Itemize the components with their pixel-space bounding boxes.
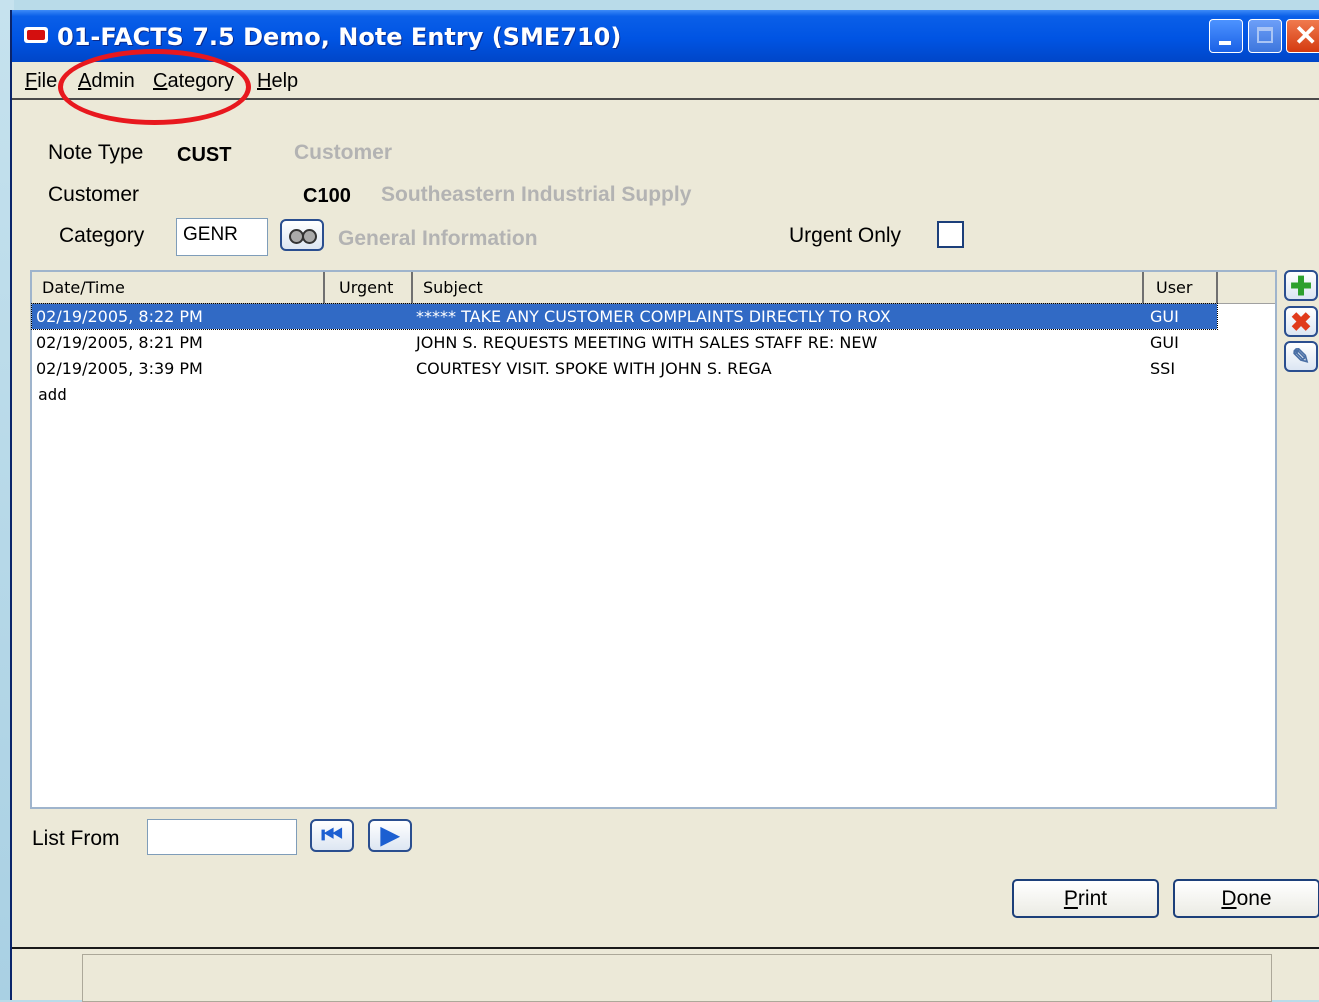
- column-datetime[interactable]: Date/Time: [32, 272, 325, 303]
- menu-help[interactable]: Help: [257, 70, 298, 93]
- play-next-icon: ▶: [380, 822, 400, 849]
- row-subject: ***** TAKE ANY CUSTOMER COMPLAINTS DIREC…: [416, 307, 891, 326]
- row-datetime: 02/19/2005, 8:22 PM: [36, 307, 203, 326]
- column-urgent[interactable]: Urgent: [325, 272, 413, 303]
- menu-file[interactable]: File: [25, 70, 57, 93]
- next-page-button[interactable]: ▶: [368, 819, 412, 852]
- row-subject: COURTESY VISIT. SPOKE WITH JOHN S. REGA: [416, 359, 772, 378]
- add-row[interactable]: add: [38, 385, 67, 404]
- category-label: Category: [59, 224, 145, 247]
- row-datetime: 02/19/2005, 3:39 PM: [36, 359, 203, 378]
- skip-back-icon: ⏮: [321, 822, 343, 849]
- customer-label: Customer: [48, 183, 140, 206]
- add-note-button[interactable]: ✚: [1284, 270, 1318, 301]
- status-bar: [82, 954, 1272, 1002]
- maximize-button[interactable]: [1248, 19, 1282, 53]
- app-icon[interactable]: [24, 27, 48, 43]
- category-lookup-button[interactable]: [280, 219, 324, 251]
- row-user: GUI: [1150, 333, 1179, 352]
- column-user[interactable]: User: [1144, 272, 1218, 303]
- list-from-label: List From: [32, 827, 120, 850]
- notes-grid[interactable]: Date/Time Urgent Subject User 02/19/2005…: [30, 270, 1277, 809]
- note-type-description: Customer: [294, 141, 393, 164]
- table-row[interactable]: 02/19/2005, 3:39 PM COURTESY VISIT. SPOK…: [32, 356, 1217, 381]
- grid-header: Date/Time Urgent Subject User: [32, 272, 1275, 304]
- row-datetime: 02/19/2005, 8:21 PM: [36, 333, 203, 352]
- first-page-button[interactable]: ⏮: [310, 819, 354, 852]
- close-button[interactable]: ✕: [1286, 19, 1319, 53]
- annotation-oval: [58, 49, 251, 125]
- column-subject[interactable]: Subject: [413, 272, 1144, 303]
- row-user: SSI: [1150, 359, 1176, 378]
- note-type-code: CUST: [177, 144, 232, 166]
- row-subject: JOHN S. REQUESTS MEETING WITH SALES STAF…: [416, 333, 878, 352]
- done-button[interactable]: Done: [1173, 879, 1319, 918]
- edit-note-icon: ✎: [1291, 344, 1311, 369]
- row-user: GUI: [1150, 307, 1179, 326]
- window-title: 01-FACTS 7.5 Demo, Note Entry (SME710): [57, 23, 622, 51]
- table-row[interactable]: 02/19/2005, 8:21 PM JOHN S. REQUESTS MEE…: [32, 330, 1217, 355]
- list-from-input[interactable]: [147, 819, 297, 855]
- status-divider: [12, 947, 1319, 949]
- delete-x-icon: ✖: [1290, 307, 1312, 337]
- customer-description: Southeastern Industrial Supply: [381, 183, 692, 206]
- customer-code: C100: [303, 185, 351, 207]
- note-entry-window: 01-FACTS 7.5 Demo, Note Entry (SME710) ✕…: [10, 10, 1319, 1002]
- note-type-label: Note Type: [48, 141, 144, 164]
- close-icon: ✕: [1294, 20, 1318, 51]
- urgent-only-label: Urgent Only: [789, 224, 902, 247]
- plus-icon: ✚: [1290, 271, 1312, 301]
- print-button[interactable]: Print: [1012, 879, 1159, 918]
- edit-note-button[interactable]: ✎: [1284, 341, 1318, 372]
- urgent-only-checkbox[interactable]: [937, 221, 964, 248]
- title-bar[interactable]: 01-FACTS 7.5 Demo, Note Entry (SME710) ✕: [12, 10, 1319, 62]
- minimize-button[interactable]: [1209, 19, 1243, 53]
- table-row[interactable]: 02/19/2005, 8:22 PM ***** TAKE ANY CUSTO…: [31, 303, 1218, 330]
- delete-note-button[interactable]: ✖: [1284, 306, 1318, 337]
- category-input[interactable]: GENR: [176, 218, 268, 256]
- category-description: General Information: [338, 227, 538, 250]
